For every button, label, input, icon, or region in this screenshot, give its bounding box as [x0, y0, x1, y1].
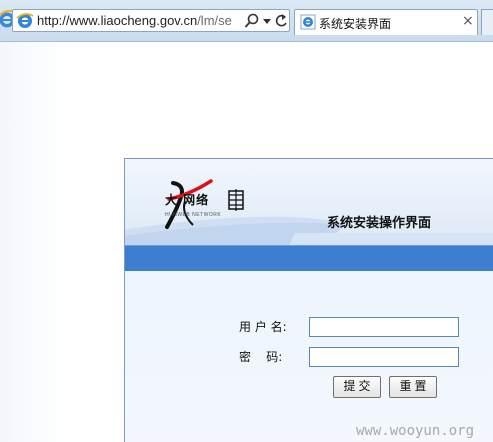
screen: http://www.liaocheng.gov.cn/lm/se 系统安装界面…: [0, 0, 493, 442]
panel-header: 大 网络 HUNWEB NETWORK 系统安装操作界面: [125, 159, 493, 253]
username-label: 用 户 名:: [239, 320, 287, 334]
close-icon[interactable]: ×: [462, 13, 474, 29]
watermark: www.wooyun.org: [356, 423, 475, 439]
reset-button[interactable]: 重置: [389, 376, 437, 398]
ie-page-icon: [16, 13, 34, 28]
ie-page-icon: [300, 14, 316, 30]
new-tab-button[interactable]: [481, 9, 493, 35]
login-form: 用 户 名: 密 码: 提交 重置: [125, 271, 493, 442]
search-icon[interactable]: [244, 12, 260, 30]
refresh-icon[interactable]: [273, 12, 289, 30]
tab-title: 系统安装界面: [319, 17, 392, 31]
tab-active[interactable]: 系统安装界面 ×: [294, 9, 478, 35]
address-url[interactable]: http://www.liaocheng.gov.cn/lm/se: [37, 13, 247, 28]
logo-subtext: HUNWEB NETWORK: [165, 212, 222, 218]
page-title: 系统安装操作界面: [327, 216, 432, 231]
browser-toolbar: http://www.liaocheng.gov.cn/lm/se 系统安装界面…: [0, 0, 493, 42]
login-panel: 大 网络 HUNWEB NETWORK 系统安装操作界面 用 户 名: 密 码:…: [124, 158, 493, 442]
address-url-host: http://www.liaocheng.gov.cn: [37, 13, 198, 28]
username-input[interactable]: [309, 317, 459, 337]
header-bar: [125, 245, 493, 271]
address-url-path: /lm/se: [197, 13, 232, 28]
password-input[interactable]: [309, 347, 459, 367]
submit-button[interactable]: 提交: [333, 376, 381, 398]
logo-text: 大 网络: [165, 193, 210, 207]
password-label: 密 码:: [239, 350, 283, 364]
address-bar[interactable]: http://www.liaocheng.gov.cn/lm/se: [12, 9, 290, 32]
